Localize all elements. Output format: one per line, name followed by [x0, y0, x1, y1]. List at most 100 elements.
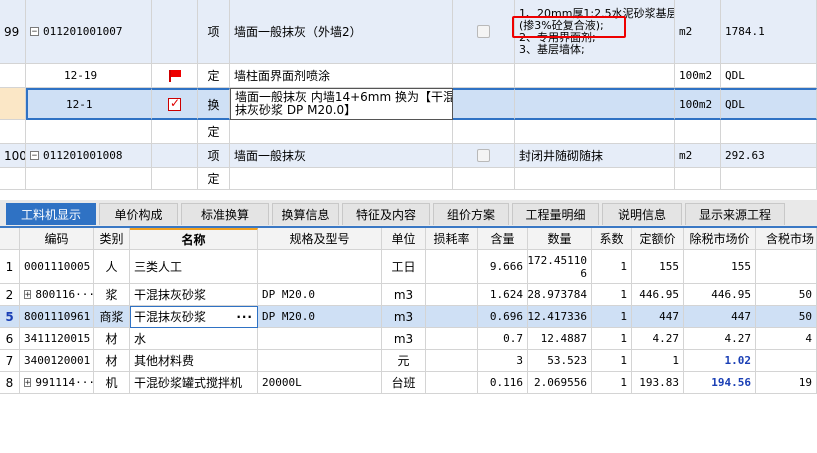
material-quota-price[interactable]: 446.95: [632, 284, 684, 306]
table-row[interactable]: 7 3400120001 材其他材料费元 3 53.523 1 1 1.02: [0, 350, 817, 372]
material-code[interactable]: 8001110961: [20, 306, 94, 328]
material-unit[interactable]: m3: [382, 284, 426, 306]
material-content[interactable]: 3: [478, 350, 528, 372]
material-quota-price[interactable]: 193.83: [632, 372, 684, 394]
material-unit[interactable]: 工日: [382, 250, 426, 284]
header-name[interactable]: 名称: [130, 228, 258, 250]
material-category[interactable]: 浆: [94, 284, 130, 306]
material-name[interactable]: 水: [130, 328, 258, 350]
material-name[interactable]: 干混砂浆罐式搅拌机: [130, 372, 258, 394]
material-spec[interactable]: [258, 350, 382, 372]
table-row[interactable]: 1 0001110005 人三类人工 工日 9.666 172.45110 6 1 155 155: [0, 250, 817, 284]
flag-cell[interactable]: [152, 64, 198, 88]
tab-labor-material-machine[interactable]: 工料机显示: [6, 203, 96, 225]
table-row[interactable]: 8 +991114··· 机干混砂浆罐式搅拌机 20000L 台班 0.116 2.0695…: [0, 372, 817, 394]
material-loss-rate[interactable]: [426, 328, 478, 350]
list-row-12-1[interactable]: 12-1 换 墙面一般抹灰 内墙14+6mm 换为【干混 抹灰砂浆 DP M20…: [0, 88, 817, 120]
material-loss-rate[interactable]: [426, 372, 478, 394]
material-code[interactable]: +800116···: [20, 284, 94, 306]
material-name[interactable]: 干混抹灰砂浆 ···: [130, 306, 258, 328]
material-spec[interactable]: 20000L: [258, 372, 382, 394]
material-content[interactable]: 0.7: [478, 328, 528, 350]
material-quantity[interactable]: 12.4887: [528, 328, 592, 350]
quota-code[interactable]: [26, 168, 152, 190]
material-market-price-incl-tax[interactable]: 19: [756, 372, 817, 394]
material-quantity[interactable]: 12.417336: [528, 306, 592, 328]
material-category[interactable]: 机: [94, 372, 130, 394]
table-row[interactable]: 2 +800116··· 浆干混抹灰砂浆 DP M20.0 m3 1.624 28.9737…: [0, 284, 817, 306]
table-row[interactable]: 5 8001110961 商浆 干混抹灰砂浆 ··· DP M20.0 m3 0.696 12.…: [0, 306, 817, 328]
material-unit[interactable]: 元: [382, 350, 426, 372]
material-content[interactable]: 0.116: [478, 372, 528, 394]
tab-pricing-scheme[interactable]: 组价方案: [433, 203, 509, 225]
material-unit[interactable]: m3: [382, 306, 426, 328]
material-unit[interactable]: 台班: [382, 372, 426, 394]
material-content[interactable]: 0.696: [478, 306, 528, 328]
header-market-price-incl-tax[interactable]: 含税市场: [756, 228, 817, 250]
header-market-price-excl-tax[interactable]: 除税市场价: [684, 228, 756, 250]
material-quota-price[interactable]: 155: [632, 250, 684, 284]
material-name[interactable]: 干混抹灰砂浆: [130, 284, 258, 306]
list-row-empty-quota[interactable]: 定: [0, 120, 817, 144]
material-name[interactable]: 其他材料费: [130, 350, 258, 372]
header-spec[interactable]: 规格及型号: [258, 228, 382, 250]
material-market-price-incl-tax[interactable]: [756, 350, 817, 372]
minus-box-icon[interactable]: −: [30, 151, 39, 161]
table-row[interactable]: 6 3411120015 材水 m3 0.7 12.4887 1 4.27 4.27 4: [0, 328, 817, 350]
tab-unit-price-composition[interactable]: 单价构成: [99, 203, 178, 225]
item-name[interactable]: 墙面一般抹灰: [230, 144, 453, 168]
quota-code[interactable]: 12-1: [26, 88, 152, 120]
tab-show-source-project[interactable]: 显示来源工程: [685, 203, 785, 225]
quota-name-editor[interactable]: 墙面一般抹灰 内墙14+6mm 换为【干混 抹灰砂浆 DP M20.0】: [230, 88, 453, 120]
material-market-price[interactable]: 446.95: [684, 284, 756, 306]
header-coefficient[interactable]: 系数: [592, 228, 632, 250]
header-code[interactable]: 编码: [20, 228, 94, 250]
ellipsis-icon[interactable]: ···: [236, 310, 257, 324]
list-row-99[interactable]: 99 − 011201001007 项 墙面一般抹灰（外墙2） 1、20mm厚1…: [0, 0, 817, 64]
tab-description-info[interactable]: 说明信息: [602, 203, 682, 225]
minus-box-icon[interactable]: −: [30, 27, 39, 37]
quota-code[interactable]: 12-19: [26, 64, 152, 88]
material-code[interactable]: 3411120015: [20, 328, 94, 350]
material-quota-price[interactable]: 1: [632, 350, 684, 372]
item-name[interactable]: 墙面一般抹灰（外墙2）: [230, 0, 453, 64]
material-category[interactable]: 人: [94, 250, 130, 284]
tab-quantity-details[interactable]: 工程量明细: [512, 203, 599, 225]
material-coefficient[interactable]: 1: [592, 284, 632, 306]
checkbox[interactable]: [477, 149, 490, 162]
item-code[interactable]: − 011201001008: [26, 144, 152, 168]
material-category[interactable]: 商浆: [94, 306, 130, 328]
material-loss-rate[interactable]: [426, 350, 478, 372]
checkbox-cell[interactable]: [453, 144, 515, 168]
plus-box-icon[interactable]: +: [24, 378, 32, 388]
list-row-empty-quota[interactable]: 定: [0, 168, 817, 190]
material-market-price[interactable]: 194.56: [684, 372, 756, 394]
header-category[interactable]: 类别: [94, 228, 130, 250]
material-content[interactable]: 1.624: [478, 284, 528, 306]
material-quota-price[interactable]: 447: [632, 306, 684, 328]
list-row-12-19[interactable]: 12-19 定 墙柱面界面剂喷涂 100m2 QDL: [0, 64, 817, 88]
material-spec[interactable]: [258, 328, 382, 350]
material-code[interactable]: +991114···: [20, 372, 94, 394]
material-category[interactable]: 材: [94, 350, 130, 372]
checkbox-cell[interactable]: [453, 0, 515, 64]
header-unit[interactable]: 单位: [382, 228, 426, 250]
tab-standard-conversion[interactable]: 标准换算: [181, 203, 269, 225]
material-coefficient[interactable]: 1: [592, 250, 632, 284]
material-spec[interactable]: DP M20.0: [258, 284, 382, 306]
checkbox[interactable]: [477, 25, 490, 38]
material-market-price-incl-tax[interactable]: 50: [756, 284, 817, 306]
tab-features-content[interactable]: 特征及内容: [342, 203, 430, 225]
material-spec[interactable]: DP M20.0: [258, 306, 382, 328]
header-quota-price[interactable]: 定额价: [632, 228, 684, 250]
material-coefficient[interactable]: 1: [592, 350, 632, 372]
material-category[interactable]: 材: [94, 328, 130, 350]
header-content[interactable]: 含量: [478, 228, 528, 250]
list-row-100[interactable]: 100 − 011201001008 项 墙面一般抹灰 封闭井随砌随抹 m2 2…: [0, 144, 817, 168]
material-coefficient[interactable]: 1: [592, 328, 632, 350]
quota-name[interactable]: [230, 120, 453, 144]
material-market-price[interactable]: 1.02: [684, 350, 756, 372]
material-market-price-incl-tax[interactable]: [756, 250, 817, 284]
material-quantity[interactable]: 172.45110 6: [528, 250, 592, 284]
flag-cell[interactable]: [152, 88, 198, 120]
